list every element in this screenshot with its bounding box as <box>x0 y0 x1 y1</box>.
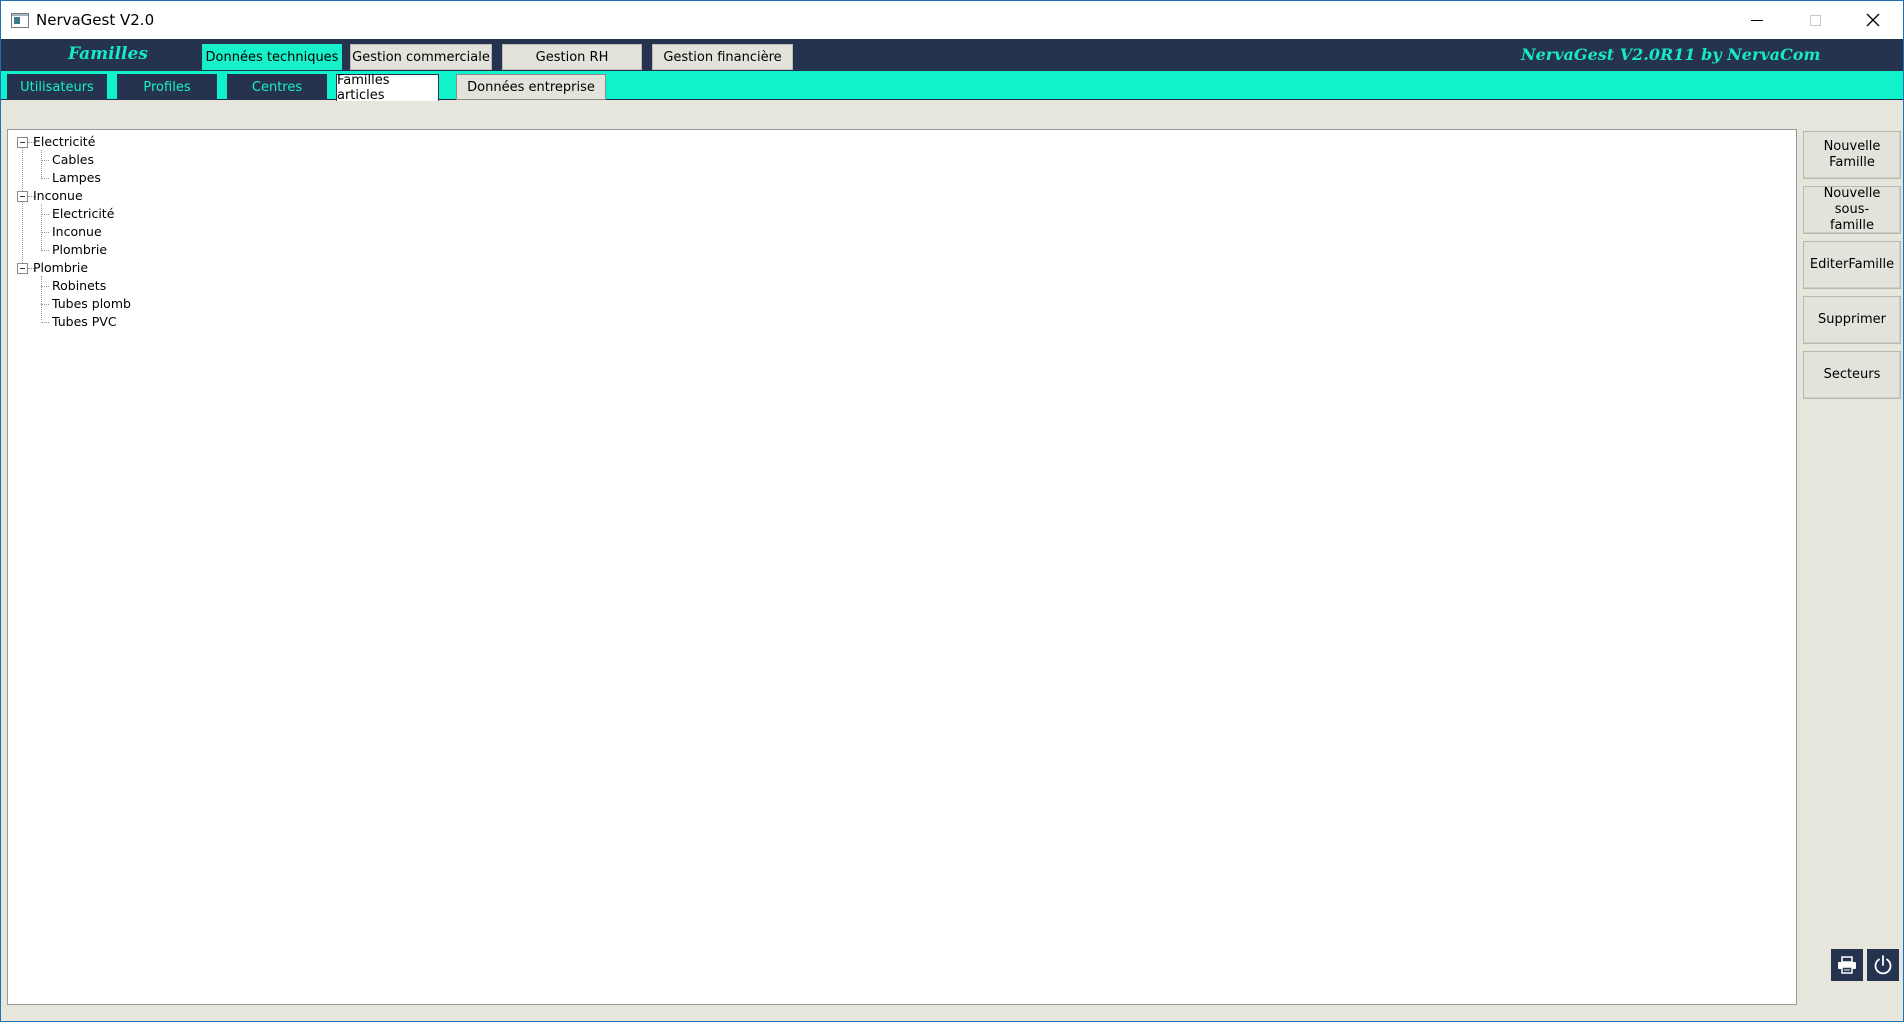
family-tree[interactable]: Electricité Cables Lampes Inconue Electr… <box>7 129 1797 1005</box>
power-icon <box>1874 955 1892 975</box>
tab-gestion-commerciale[interactable]: Gestion commerciale <box>350 44 492 70</box>
tree-connector <box>41 304 49 305</box>
collapse-icon[interactable] <box>17 191 28 202</box>
quit-button[interactable] <box>1867 949 1899 981</box>
minimize-icon <box>1751 19 1763 21</box>
tree-connector <box>41 276 42 320</box>
tree-connector <box>41 204 42 249</box>
delete-button[interactable]: Supprimer <box>1803 296 1901 344</box>
tree-subfamily[interactable]: Robinets <box>52 277 106 295</box>
tree-subfamily[interactable]: Plombrie <box>52 241 107 259</box>
tab-gestion-rh[interactable]: Gestion RH <box>502 44 642 70</box>
new-subfamily-button[interactable]: Nouvelle sous-famille <box>1803 186 1901 234</box>
tree-subfamily[interactable]: Tubes PVC <box>52 313 117 331</box>
collapse-icon[interactable] <box>17 263 28 274</box>
tree-family-inconue[interactable]: Inconue <box>33 187 83 205</box>
tree-connector <box>41 286 49 287</box>
edit-family-button[interactable]: EditerFamille <box>1803 241 1901 289</box>
print-button[interactable] <box>1831 949 1863 981</box>
collapse-icon[interactable] <box>17 137 28 148</box>
subtab-utilisateurs[interactable]: Utilisateurs <box>7 74 107 100</box>
tree-connector <box>41 232 49 233</box>
brand-label: NervaGest V2.0R11 by NervaCom <box>1521 45 1821 64</box>
tree-subfamily[interactable]: Inconue <box>52 223 102 241</box>
tree-subfamily[interactable]: Cables <box>52 151 94 169</box>
tree-connector <box>41 150 42 177</box>
tree-connector <box>41 250 49 251</box>
maximize-button[interactable] <box>1786 1 1844 39</box>
tree-family-electricite[interactable]: Electricité <box>33 133 95 151</box>
tree-connector <box>41 160 49 161</box>
subtab-familles-articles[interactable]: Familles articles <box>336 73 439 103</box>
tree-connector <box>41 322 49 323</box>
printer-icon <box>1838 956 1856 974</box>
tree-family-plombrie[interactable]: Plombrie <box>33 259 88 277</box>
app-window: NervaGest V2.0 Familles Données techniqu… <box>0 0 1904 1022</box>
subtab-centres[interactable]: Centres <box>227 74 327 100</box>
tree-subfamily[interactable]: Lampes <box>52 169 101 187</box>
tree-subfamily[interactable]: Tubes plomb <box>52 295 131 313</box>
subtab-profiles[interactable]: Profiles <box>117 74 217 100</box>
top-nav: Familles Données techniques Gestion comm… <box>1 39 1903 71</box>
sectors-button[interactable]: Secteurs <box>1803 351 1901 399</box>
app-icon <box>11 13 29 28</box>
sub-nav: Utilisateurs Profiles Centres Familles a… <box>1 71 1903 103</box>
section-title: Familles <box>68 44 148 64</box>
tree-connector <box>22 145 23 273</box>
tree-connector <box>41 214 49 215</box>
new-family-button[interactable]: Nouvelle Famille <box>1803 131 1901 179</box>
close-icon <box>1866 13 1880 27</box>
window-title: NervaGest V2.0 <box>36 11 155 29</box>
tab-donnees-techniques[interactable]: Données techniques <box>202 44 342 70</box>
minimize-button[interactable] <box>1728 1 1786 39</box>
tab-gestion-financiere[interactable]: Gestion financière <box>652 44 793 70</box>
tree-subfamily[interactable]: Electricité <box>52 205 114 223</box>
maximize-icon <box>1809 14 1821 26</box>
subtab-donnees-entreprise[interactable]: Données entreprise <box>456 74 606 100</box>
tree-connector <box>41 178 49 179</box>
title-bar: NervaGest V2.0 <box>1 1 1903 39</box>
close-button[interactable] <box>1844 1 1902 39</box>
